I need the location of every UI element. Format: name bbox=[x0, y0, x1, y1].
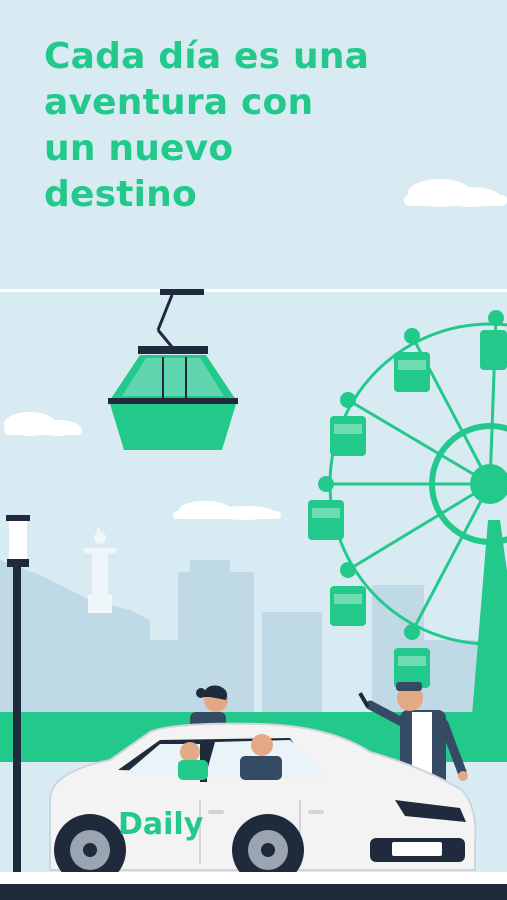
ferris-wheel-icon bbox=[308, 310, 507, 740]
car-brand-logo: Daily bbox=[118, 807, 204, 842]
cloud-icon bbox=[4, 412, 82, 436]
headline-line-4: destino bbox=[44, 174, 197, 215]
cloud-icon bbox=[173, 501, 281, 520]
onboarding-headline: Cada día es una aventura con un nuevo de… bbox=[44, 34, 464, 218]
headline-line-2: aventura con bbox=[44, 82, 314, 123]
headline-line-1: Cada día es una bbox=[44, 36, 370, 77]
cable-car-icon bbox=[108, 289, 238, 450]
headline-line-3: un nuevo bbox=[44, 128, 234, 169]
road-surface bbox=[0, 884, 507, 900]
onboarding-screen: Daily Cada día es una aventura con un nu… bbox=[0, 0, 507, 900]
sky-divider bbox=[0, 289, 507, 292]
statue-icon bbox=[84, 528, 116, 613]
